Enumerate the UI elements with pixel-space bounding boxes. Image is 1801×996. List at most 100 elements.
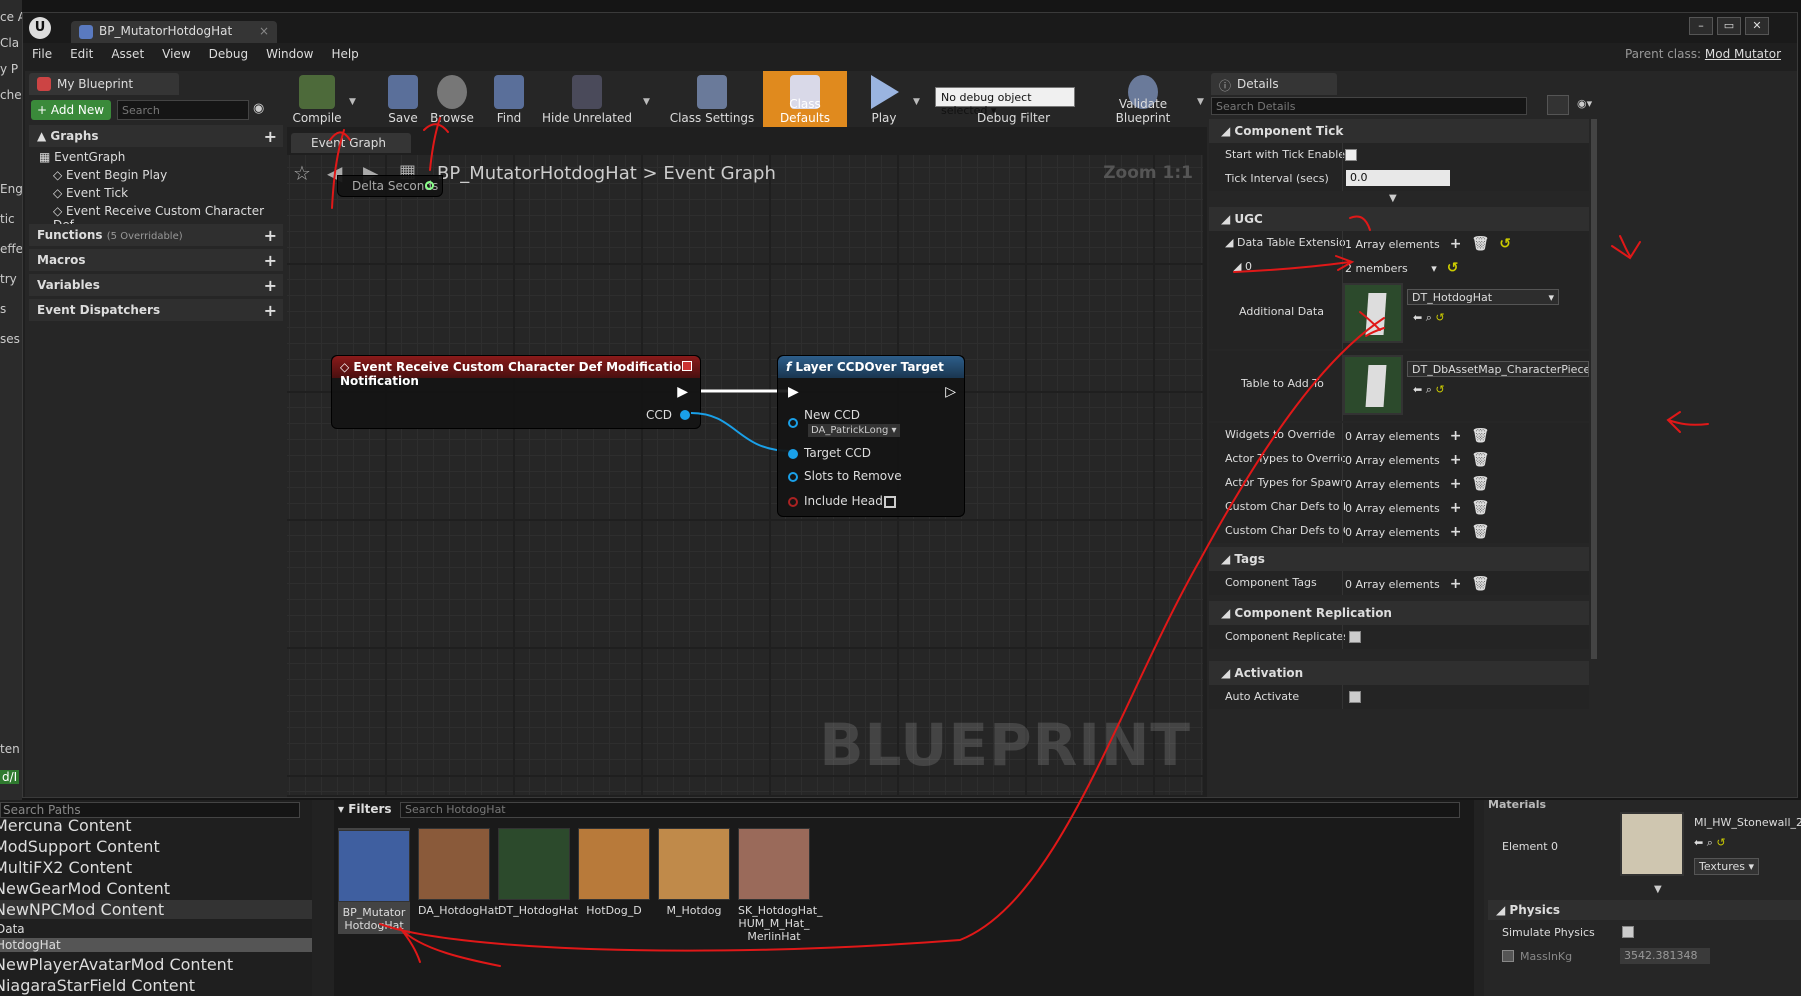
include-head-pin-icon[interactable] — [788, 497, 798, 507]
parent-class-link[interactable]: Mod Mutator — [1705, 47, 1781, 61]
add-element-icon[interactable]: + — [1450, 236, 1462, 252]
use-selected-arrow-icon[interactable]: ⬅ ⌕ ↺ — [1413, 311, 1445, 325]
event-graph-tab[interactable]: Event Graph — [291, 133, 411, 153]
add-dispatcher-icon[interactable]: + — [264, 301, 277, 320]
new-ccd-asset-select[interactable]: DA_PatrickLong ▾ — [808, 424, 900, 437]
event-dispatchers-section[interactable]: Event Dispatchers + — [29, 299, 283, 321]
debug-object-select[interactable]: No debug object selected ▾ — [935, 87, 1075, 117]
add-new-button[interactable]: + Add New — [31, 100, 111, 120]
mass-override-checkbox[interactable] — [1502, 950, 1514, 962]
graph-canvas[interactable]: ☆ ◀ ▶ ▦ BP_MutatorHotdogHat > Event Grap… — [287, 155, 1203, 795]
hide-unrelated-dropdown-icon[interactable]: ▼ — [643, 97, 650, 107]
materials-section[interactable]: Materials — [1488, 798, 1546, 811]
compile-button[interactable]: Compile — [287, 71, 347, 127]
advanced-expand-icon[interactable]: ▼ — [1389, 193, 1397, 204]
table-to-add-thumbnail[interactable] — [1343, 355, 1403, 415]
details-search-input[interactable]: Search Details — [1211, 97, 1527, 115]
ugc-section[interactable]: ◢ UGC — [1209, 207, 1589, 231]
folder-item[interactable]: Data — [0, 922, 25, 936]
menu-window[interactable]: Window — [257, 43, 322, 65]
menu-asset[interactable]: Asset — [102, 43, 153, 65]
view-options-eye-icon[interactable]: ◉▾ — [1577, 97, 1592, 110]
component-replicates-checkbox[interactable] — [1349, 631, 1361, 643]
delete-icon[interactable]: 🗑 — [1471, 476, 1489, 492]
save-button[interactable]: Save — [381, 71, 425, 127]
event-tick-item[interactable]: ◇ Event Tick — [53, 186, 128, 200]
delete-icon[interactable]: 🗑 — [1471, 236, 1489, 252]
add-function-icon[interactable]: + — [264, 226, 277, 245]
folder-item-selected[interactable]: HotdogHat — [0, 938, 312, 952]
maximize-button[interactable]: ▭ — [1717, 17, 1741, 35]
folder-item[interactable]: Mercuna Content — [0, 816, 131, 835]
target-ccd-pin-icon[interactable] — [788, 449, 798, 459]
close-window-button[interactable]: ✕ — [1745, 17, 1769, 35]
details-scrollbar[interactable] — [1591, 119, 1597, 659]
add-graph-icon[interactable]: + — [264, 127, 277, 146]
class-defaults-button[interactable]: Class Defaults — [763, 71, 847, 127]
slots-to-remove-pin-icon[interactable] — [788, 472, 798, 482]
material-actions-icon[interactable]: ⬅ ⌕ ↺ — [1694, 836, 1726, 850]
filters-button[interactable]: ▾ Filters — [338, 802, 394, 818]
details-tab[interactable]: ⓘ Details — [1211, 73, 1337, 95]
blueprint-search-input[interactable]: Search — [117, 100, 249, 120]
close-tab-icon[interactable]: × — [259, 24, 269, 38]
add-element-icon[interactable]: + — [1450, 576, 1462, 592]
menu-debug[interactable]: Debug — [200, 43, 257, 65]
delete-icon[interactable]: 🗑 — [1471, 500, 1489, 516]
replication-section[interactable]: ◢ Component Replication — [1209, 601, 1589, 625]
asset-tile[interactable]: M_Hotdog — [658, 828, 730, 917]
delete-icon[interactable]: 🗑 — [1471, 576, 1489, 592]
tags-section[interactable]: ◢ Tags — [1209, 547, 1589, 571]
component-tick-section[interactable]: ◢ Component Tick — [1209, 119, 1589, 143]
add-element-icon[interactable]: + — [1450, 500, 1462, 516]
macros-section[interactable]: Macros + — [29, 249, 283, 271]
eye-icon[interactable]: ◉ — [253, 101, 264, 116]
asset-tile[interactable]: DA_HotdogHat — [418, 828, 499, 917]
activation-section[interactable]: ◢ Activation — [1209, 661, 1589, 685]
expand-icon[interactable]: ▼ — [1654, 884, 1662, 895]
folder-item-selected[interactable]: NewNPCMod Content — [0, 900, 312, 919]
element0-dropdown-icon[interactable]: ▾ — [1431, 262, 1437, 275]
event-graph-item[interactable]: ▦ EventGraph — [39, 150, 125, 164]
asset-tile-selected[interactable]: BP_Mutator HotdogHat — [338, 828, 410, 934]
document-tab[interactable]: BP_MutatorHotdogHat × — [71, 21, 277, 43]
table-to-add-select[interactable]: DT_DbAssetMap_CharacterPieceD — [1407, 361, 1589, 377]
add-macro-icon[interactable]: + — [264, 251, 277, 270]
my-blueprint-tab[interactable]: My Blueprint — [29, 73, 179, 95]
add-element-icon[interactable]: + — [1450, 524, 1462, 540]
additional-data-select[interactable]: DT_HotdogHat ▾ — [1407, 289, 1559, 305]
textures-dropdown[interactable]: Textures ▾ — [1694, 858, 1760, 875]
menu-view[interactable]: View — [153, 43, 199, 65]
add-variable-icon[interactable]: + — [264, 276, 277, 295]
physics-section[interactable]: ◢ Physics — [1488, 900, 1801, 920]
add-element-icon[interactable]: + — [1450, 428, 1462, 444]
asset-search-input[interactable]: Search HotdogHat — [400, 802, 1460, 818]
new-ccd-pin-icon[interactable] — [788, 418, 798, 428]
delete-icon[interactable]: 🗑 — [1471, 452, 1489, 468]
folder-item[interactable]: NiagaraStarField Content — [0, 976, 195, 995]
play-button[interactable]: Play — [857, 71, 911, 127]
asset-tile[interactable]: DT_HotdogHat — [498, 828, 578, 917]
delete-icon[interactable]: 🗑 — [1471, 428, 1489, 444]
compile-dropdown-icon[interactable]: ▼ — [349, 97, 356, 107]
menu-help[interactable]: Help — [322, 43, 367, 65]
auto-activate-checkbox[interactable] — [1349, 691, 1361, 703]
hide-unrelated-button[interactable]: Hide Unrelated — [537, 71, 637, 127]
mass-input[interactable]: 3542.381348 — [1620, 948, 1710, 964]
menu-file[interactable]: File — [23, 43, 61, 65]
exec-in-pin-icon[interactable]: ▶ — [788, 384, 799, 400]
validate-blueprint-button[interactable]: Validate Blueprint — [1093, 71, 1193, 127]
reset-icon[interactable]: ↺ — [1499, 236, 1511, 252]
add-element-icon[interactable]: + — [1450, 476, 1462, 492]
start-with-tick-checkbox[interactable] — [1345, 149, 1357, 161]
folder-item[interactable]: NewGearMod Content — [0, 879, 170, 898]
minimize-button[interactable]: – — [1689, 17, 1713, 35]
event-begin-play-item[interactable]: ◇ Event Begin Play — [53, 168, 167, 182]
folder-item[interactable]: MultiFX2 Content — [0, 858, 132, 877]
additional-data-thumbnail[interactable] — [1343, 283, 1403, 343]
functions-section[interactable]: Functions (5 Overridable) + — [29, 224, 283, 246]
menu-edit[interactable]: Edit — [61, 43, 102, 65]
browse-button[interactable]: Browse — [427, 71, 477, 127]
material-name[interactable]: MI_HW_Stonewall_2 — [1694, 816, 1801, 829]
reset-icon[interactable]: ↺ — [1447, 260, 1459, 276]
